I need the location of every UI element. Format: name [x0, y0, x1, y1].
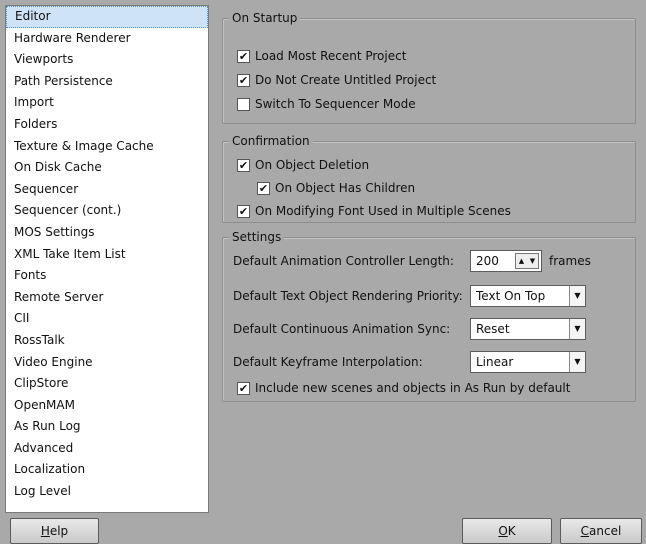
sidebar-item-sequencer[interactable]: Sequencer — [6, 179, 208, 201]
cancel-button[interactable]: Cancel — [560, 518, 642, 544]
on-startup-group: On Startup ✔ Load Most Recent Project ✔ … — [222, 11, 636, 124]
sidebar-item-as-run-log[interactable]: As Run Log — [6, 416, 208, 438]
check-icon: ✔ — [237, 204, 250, 218]
settings-group: Settings Default Animation Controller Le… — [222, 230, 636, 402]
sidebar-item-viewports[interactable]: Viewports — [6, 49, 208, 71]
unchecked-box-icon — [237, 97, 250, 111]
has-children-checkbox[interactable]: ✔ On Object Has Children — [257, 179, 415, 197]
sidebar-item-log-level[interactable]: Log Level — [6, 481, 208, 503]
sidebar-item-on-disk-cache[interactable]: On Disk Cache — [6, 157, 208, 179]
anim-sync-label: Default Continuous Animation Sync: — [233, 322, 451, 336]
check-icon: ✔ — [237, 49, 250, 63]
category-list[interactable]: Editor Hardware Renderer Viewports Path … — [5, 5, 209, 513]
sidebar-item-openmam[interactable]: OpenMAM — [6, 395, 208, 417]
check-icon: ✔ — [257, 181, 270, 195]
controller-length-spinbox[interactable]: 200 ▲ ▼ — [470, 250, 542, 272]
frames-label: frames — [549, 254, 591, 268]
render-priority-dropdown[interactable]: Text On Top ▼ — [470, 285, 586, 307]
sidebar-item-localization[interactable]: Localization — [6, 459, 208, 481]
sidebar-item-import[interactable]: Import — [6, 92, 208, 114]
settings-title: Settings — [229, 230, 285, 244]
sidebar-item-folders[interactable]: Folders — [6, 114, 208, 136]
object-deletion-checkbox[interactable]: ✔ On Object Deletion — [237, 156, 369, 174]
check-icon: ✔ — [237, 73, 250, 87]
sidebar-item-editor[interactable]: Editor — [6, 6, 208, 28]
sidebar-item-texture-image-cache[interactable]: Texture & Image Cache — [6, 136, 208, 158]
interpolation-dropdown[interactable]: Linear ▼ — [470, 351, 586, 373]
spin-down-icon[interactable]: ▼ — [527, 254, 538, 268]
check-icon: ✔ — [237, 381, 250, 395]
sidebar-item-video-engine[interactable]: Video Engine — [6, 352, 208, 374]
chevron-down-icon[interactable]: ▼ — [569, 319, 585, 339]
sidebar-item-cii[interactable]: CII — [6, 308, 208, 330]
sidebar-item-fonts[interactable]: Fonts — [6, 265, 208, 287]
spin-buttons[interactable]: ▲ ▼ — [515, 253, 539, 269]
controller-length-label: Default Animation Controller Length: — [233, 254, 454, 268]
ok-button[interactable]: OK — [462, 518, 552, 544]
anim-sync-dropdown[interactable]: Reset ▼ — [470, 318, 586, 340]
check-icon: ✔ — [237, 158, 250, 172]
sidebar-item-remote-server[interactable]: Remote Server — [6, 287, 208, 309]
font-multiple-checkbox[interactable]: ✔ On Modifying Font Used in Multiple Sce… — [237, 202, 511, 220]
sidebar-item-sequencer-cont[interactable]: Sequencer (cont.) — [6, 200, 208, 222]
confirmation-group: Confirmation ✔ On Object Deletion ✔ On O… — [222, 134, 636, 223]
sidebar-item-hardware-renderer[interactable]: Hardware Renderer — [6, 28, 208, 50]
chevron-down-icon[interactable]: ▼ — [569, 352, 585, 372]
chevron-down-icon[interactable]: ▼ — [569, 286, 585, 306]
sequencer-mode-checkbox[interactable]: Switch To Sequencer Mode — [237, 95, 416, 113]
sidebar-item-path-persistence[interactable]: Path Persistence — [6, 71, 208, 93]
sidebar-item-advanced[interactable]: Advanced — [6, 438, 208, 460]
settings-panel: On Startup ✔ Load Most Recent Project ✔ … — [216, 5, 642, 513]
no-untitled-checkbox[interactable]: ✔ Do Not Create Untitled Project — [237, 71, 436, 89]
on-startup-title: On Startup — [229, 11, 301, 25]
sidebar-item-xml-take-item-list[interactable]: XML Take Item List — [6, 244, 208, 266]
sidebar-item-mos-settings[interactable]: MOS Settings — [6, 222, 208, 244]
sidebar-item-clipstore[interactable]: ClipStore — [6, 373, 208, 395]
sidebar-item-rosstalk[interactable]: RossTalk — [6, 330, 208, 352]
render-priority-label: Default Text Object Rendering Priority: — [233, 289, 463, 303]
spin-up-icon[interactable]: ▲ — [516, 254, 527, 268]
help-button[interactable]: Help — [10, 518, 99, 544]
confirmation-title: Confirmation — [229, 134, 313, 148]
interpolation-label: Default Keyframe Interpolation: — [233, 355, 423, 369]
load-recent-checkbox[interactable]: ✔ Load Most Recent Project — [237, 47, 406, 65]
as-run-checkbox[interactable]: ✔ Include new scenes and objects in As R… — [237, 379, 570, 397]
